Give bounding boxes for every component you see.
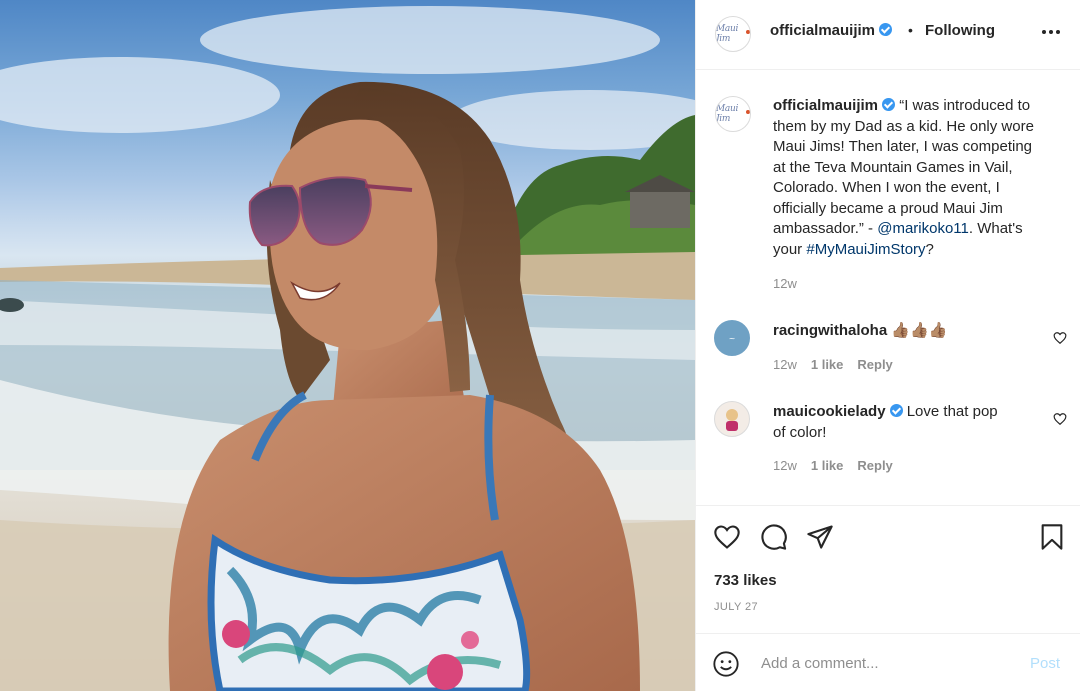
caption-username[interactable]: officialmauijim [773,97,878,114]
commenter-avatar[interactable]: ~ [714,320,750,356]
header-username-row: officialmauijim [770,22,893,40]
add-comment-bar: Add a comment... Post [696,633,1080,691]
header-separator: • [908,22,913,38]
comment-username[interactable]: mauicookielady [773,403,886,420]
reply-button[interactable]: Reply [857,458,892,473]
post-actions: 733 likes JULY 27 [696,505,1080,633]
photo-illustration [0,6,695,691]
likes-count[interactable]: 733 likes [714,572,777,589]
comment-age[interactable]: 12w [773,357,797,372]
post-date[interactable]: JULY 27 [714,601,758,613]
post-caption: officialmauijim “I was introduced to the… [773,96,1034,260]
caption-line: Maui Jims! Then later, I was competing [773,138,1032,155]
more-dot [1056,30,1060,34]
comment-input[interactable]: Add a comment... [761,655,879,672]
comment-text: Love that pop [906,403,998,420]
post-photo[interactable] [0,0,695,691]
commenter-avatar-art [726,409,738,431]
more-options-icon[interactable] [1042,30,1060,34]
logo-mark [746,29,750,34]
post-side-panel: Maui Jim officialmauijim • Following Mau… [695,0,1080,691]
caption-line: at the Teva Mountain Games in Vail, [773,158,1013,176]
maui-jim-logo: Maui Jim [716,24,739,44]
post-button[interactable]: Post [1030,655,1060,672]
caption-line: officially became a proud Maui Jim [773,199,1003,217]
caption-line: Colorado. When I won the event, I [773,179,1000,196]
comment-item: mauicookielady Love that pop of color! [773,402,998,443]
comments-section[interactable]: Maui Jim officialmauijim “I was introduc… [696,71,1080,505]
verified-badge-icon [879,23,893,36]
bookmark-icon[interactable] [1038,523,1066,551]
logo-mark [746,109,750,114]
comment-likes[interactable]: 1 like [811,458,844,473]
caption-age[interactable]: 12w [773,276,797,291]
post-header: Maui Jim officialmauijim • Following [696,0,1080,70]
caption-meta: 12w [773,276,797,291]
caption-avatar[interactable]: Maui Jim [715,96,751,132]
comment-item: racingwithaloha 👍🏽👍🏽👍🏽 [773,321,947,342]
caption-line: “I was introduced to [899,97,1031,114]
comment-likes[interactable]: 1 like [811,357,844,372]
commenter-avatar[interactable] [714,401,750,437]
verified-badge-icon [882,98,896,111]
heart-icon[interactable] [713,523,741,551]
header-username[interactable]: officialmauijim [770,22,875,39]
more-dot [1049,30,1053,34]
reply-button[interactable]: Reply [857,357,892,372]
comment-like-heart-icon[interactable] [1053,331,1067,345]
caption-line: ambassador.” - [773,220,878,237]
verified-badge-icon [889,404,903,417]
comment-like-heart-icon[interactable] [1053,412,1067,426]
mention-link[interactable]: @marikoko11 [877,220,969,237]
comment-age[interactable]: 12w [773,458,797,473]
comment-username[interactable]: racingwithaloha [773,322,887,339]
comment-bubble-icon[interactable] [760,523,788,551]
commenter-avatar-art: ~ [728,333,736,343]
more-dot [1042,30,1046,34]
caption-line: . What's [968,220,1023,237]
comment-text: of color! [773,423,827,441]
following-button[interactable]: Following [925,22,995,39]
account-avatar[interactable]: Maui Jim [715,16,751,52]
comment-meta: 12w 1 like Reply [773,357,893,372]
hashtag-link[interactable]: #MyMauiJimStory [806,241,925,258]
caption-line: them by my Dad as a kid. He only wore [773,117,1034,135]
emoji-smiley-icon[interactable] [712,650,740,678]
comment-meta: 12w 1 like Reply [773,458,893,473]
caption-line: your [773,240,807,258]
caption-line: ? [925,240,934,258]
comment-text: 👍🏽👍🏽👍🏽 [891,322,948,339]
maui-jim-logo: Maui Jim [716,104,739,124]
paper-plane-icon[interactable] [806,523,834,551]
